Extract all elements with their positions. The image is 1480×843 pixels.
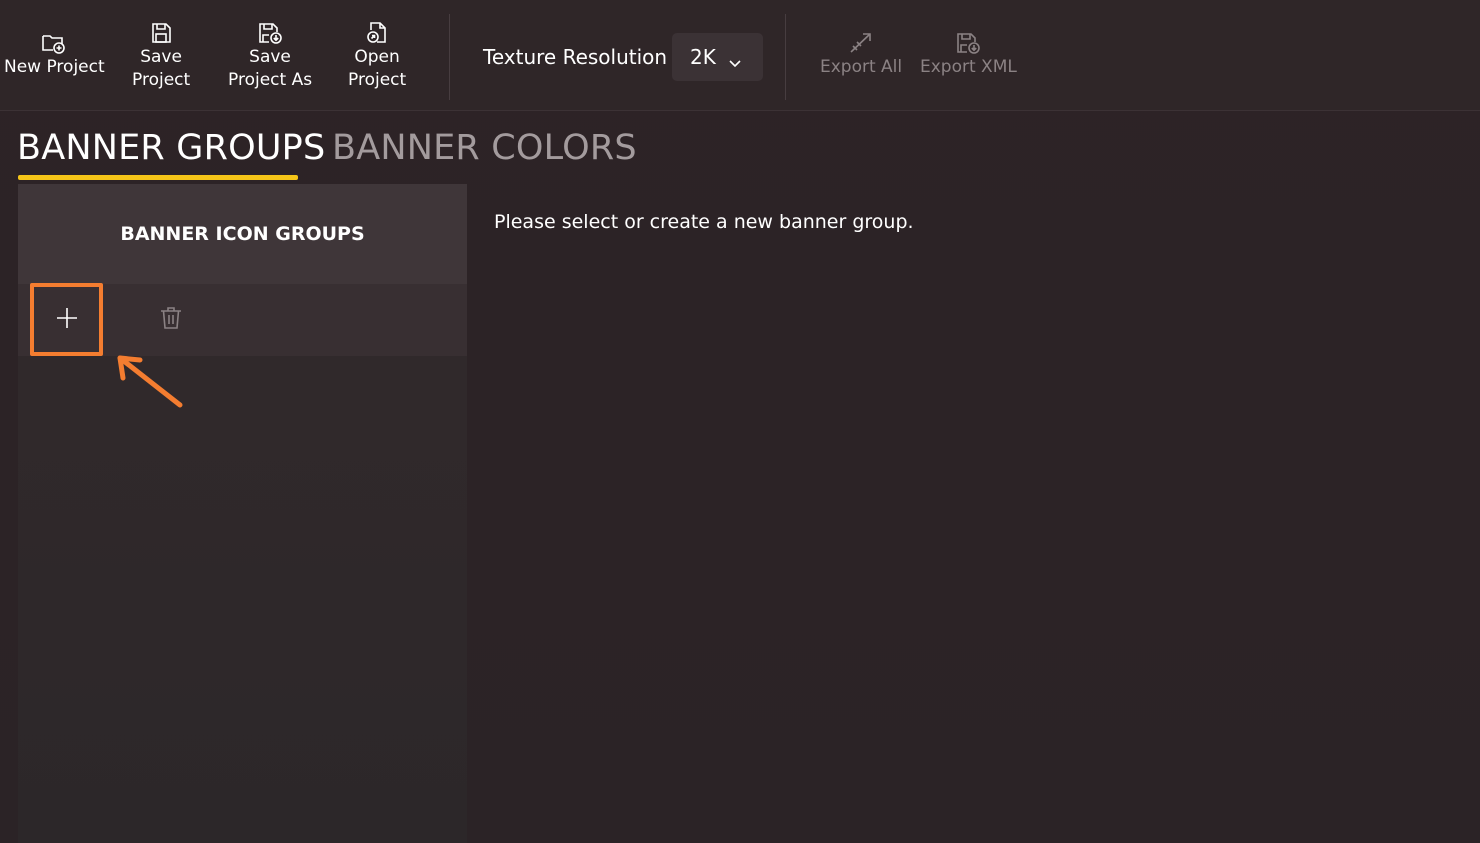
- save-project-as-label: Save Project As: [228, 47, 313, 90]
- banner-icon-groups-panel: BANNER ICON GROUPS: [18, 184, 467, 843]
- plus-icon: [55, 306, 79, 334]
- save-project-button[interactable]: Save Project: [132, 20, 190, 92]
- save-icon: [148, 20, 174, 46]
- new-project-label: New Project: [4, 57, 105, 77]
- delete-group-button[interactable]: [155, 304, 187, 336]
- open-project-label: Open Project: [348, 47, 407, 90]
- save-project-as-button[interactable]: Save Project As: [228, 20, 312, 92]
- export-xml-button[interactable]: Export XML: [920, 20, 1017, 79]
- export-arrow-icon: [848, 30, 874, 56]
- tab-banner-colors[interactable]: BANNER COLORS: [332, 128, 637, 168]
- texture-resolution-value: 2K: [690, 45, 716, 69]
- toolbar: New Project Save Project Save Project As…: [0, 0, 1480, 111]
- export-all-button[interactable]: Export All: [820, 20, 902, 79]
- save-project-label: Save Project: [132, 47, 191, 90]
- export-all-label: Export All: [820, 57, 903, 77]
- add-group-button[interactable]: [30, 284, 103, 356]
- open-file-icon: [364, 20, 390, 46]
- new-folder-icon: [41, 30, 67, 56]
- active-tab-indicator: [18, 175, 298, 180]
- panel-actions-bar: [18, 284, 467, 356]
- toolbar-separator: [449, 14, 450, 100]
- open-project-button[interactable]: Open Project: [348, 20, 406, 92]
- pointer-arrow-icon: [108, 346, 188, 416]
- texture-resolution-label: Texture Resolution: [483, 45, 668, 69]
- tab-banner-groups[interactable]: BANNER GROUPS: [17, 128, 325, 168]
- save-export-icon: [955, 30, 981, 56]
- new-project-button[interactable]: New Project: [4, 20, 105, 79]
- save-as-icon: [257, 20, 283, 46]
- app-window: New Project Save Project Save Project As…: [0, 0, 1480, 843]
- empty-state-message: Please select or create a new banner gro…: [494, 211, 914, 233]
- panel-header: BANNER ICON GROUPS: [18, 184, 467, 284]
- export-xml-label: Export XML: [920, 57, 1017, 77]
- toolbar-separator: [785, 14, 786, 100]
- texture-resolution-dropdown[interactable]: 2K: [672, 33, 763, 81]
- trash-icon: [159, 305, 183, 335]
- chevron-down-icon: [728, 50, 742, 74]
